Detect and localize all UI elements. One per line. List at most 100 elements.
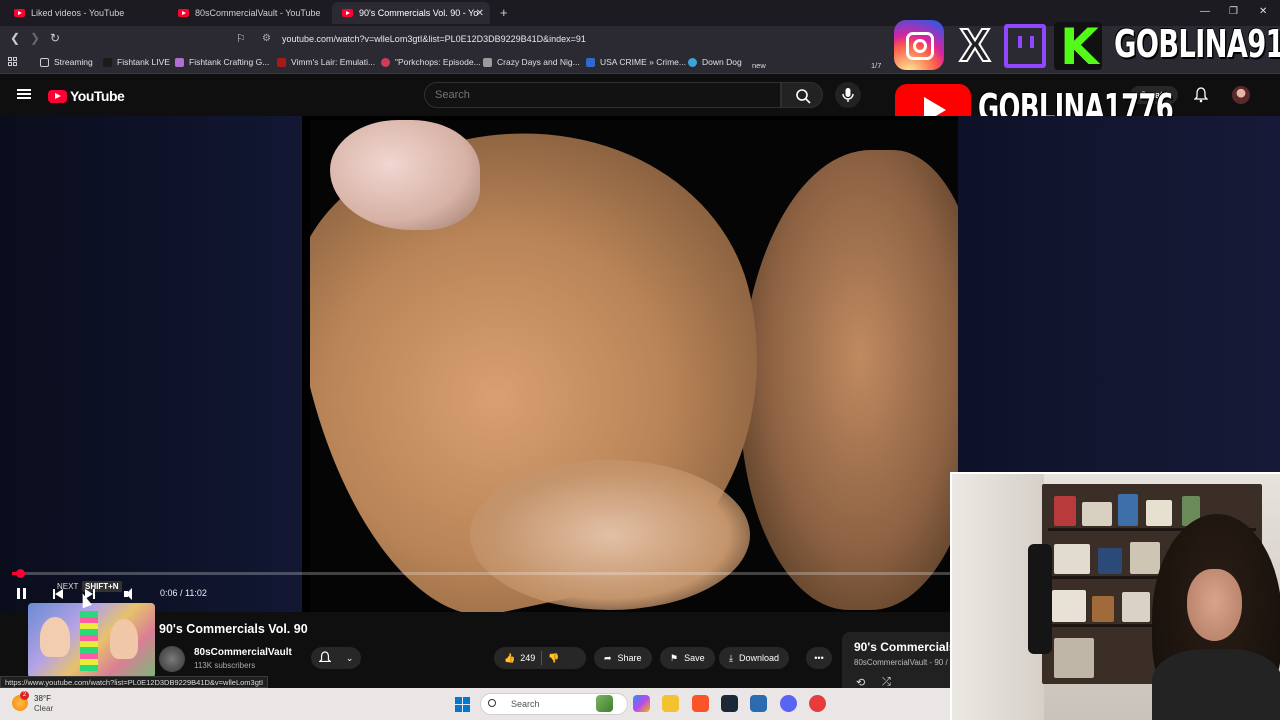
close-window-icon[interactable]: ✕ bbox=[1259, 6, 1267, 17]
youtube-favicon-icon bbox=[178, 9, 189, 17]
vimms-icon bbox=[277, 57, 286, 67]
channel-name[interactable]: 80sCommercialVault bbox=[194, 647, 292, 658]
bookmark-item[interactable]: Vimm's Lair: Emulati... bbox=[277, 57, 375, 67]
share-button[interactable]: ➦ Share bbox=[594, 647, 652, 669]
previous-icon[interactable] bbox=[51, 586, 67, 602]
tab-label: Liked videos - YouTube bbox=[31, 8, 125, 18]
steam-icon[interactable] bbox=[721, 695, 738, 712]
bookmark-item[interactable]: Fishtank LIVE bbox=[103, 57, 170, 67]
widget-icon[interactable] bbox=[596, 695, 613, 712]
bookmark-item[interactable]: USA CRIME » Crime... bbox=[586, 57, 686, 67]
back-icon[interactable]: ❮ bbox=[10, 31, 20, 45]
bookmark-item[interactable]: Streaming bbox=[40, 57, 93, 67]
recording-app-icon[interactable] bbox=[809, 695, 826, 712]
weather-condition: Clear bbox=[34, 704, 54, 713]
like-count: 249 bbox=[520, 653, 536, 663]
site-info-icon[interactable]: ⚙ bbox=[262, 33, 271, 44]
youtube-favicon-icon bbox=[14, 9, 25, 17]
forward-icon[interactable]: ❯ bbox=[30, 31, 40, 45]
youtube-favicon-icon bbox=[342, 9, 353, 17]
temperature-label: 38°F bbox=[34, 694, 51, 703]
youtube-logo[interactable]: YouTube bbox=[48, 88, 125, 104]
time-display: 0:06 / 11:02 bbox=[160, 588, 207, 598]
account-avatar[interactable] bbox=[1232, 86, 1250, 104]
dislike-button[interactable]: 👎 bbox=[548, 653, 559, 664]
file-explorer-icon[interactable] bbox=[662, 695, 679, 712]
down-dog-icon bbox=[688, 57, 697, 67]
notifications-button[interactable] bbox=[1193, 87, 1209, 103]
bookmark-item[interactable]: Down Dog bbox=[688, 57, 742, 67]
bookmark-icon[interactable]: ⚐ bbox=[236, 32, 246, 45]
porkchops-icon bbox=[381, 57, 390, 67]
channel-avatar[interactable] bbox=[159, 646, 185, 672]
more-icon: ••• bbox=[814, 653, 824, 663]
video-content bbox=[740, 150, 958, 610]
progress-bar[interactable] bbox=[12, 569, 950, 578]
like-dislike-group: 👍 249 👎 bbox=[494, 647, 586, 669]
copilot-icon[interactable] bbox=[633, 695, 650, 712]
tab-close-icon[interactable]: ✕ bbox=[476, 8, 484, 19]
address-bar[interactable]: youtube.com/watch?v=wlleLom3gtI&list=PL0… bbox=[282, 34, 586, 44]
windows-taskbar: 2 38°F Clear Search bbox=[0, 688, 950, 720]
video-player[interactable]: NEXT SHIFT+N bbox=[0, 116, 966, 678]
kick-icon bbox=[1054, 18, 1102, 76]
thumbnail-figure bbox=[110, 619, 138, 659]
reload-icon[interactable]: ↻ bbox=[50, 31, 60, 45]
search-button[interactable] bbox=[781, 82, 823, 108]
apps-grid-icon[interactable] bbox=[8, 57, 18, 67]
subscribed-button[interactable]: ⌄ bbox=[311, 647, 361, 669]
crafting-icon bbox=[175, 57, 184, 67]
usa-crime-icon bbox=[586, 57, 595, 67]
folder-icon bbox=[40, 57, 49, 67]
search-box[interactable] bbox=[424, 82, 781, 108]
new-tab-button[interactable]: + bbox=[500, 5, 508, 20]
brave-browser-icon[interactable] bbox=[692, 695, 709, 712]
volume-icon[interactable] bbox=[123, 586, 139, 602]
divider bbox=[541, 651, 543, 665]
search-input[interactable] bbox=[435, 89, 765, 101]
youtube-logo-icon bbox=[48, 89, 67, 103]
social-overlay: X GOBLINA911 bbox=[894, 18, 1280, 76]
chevron-down-icon: ⌄ bbox=[345, 652, 354, 663]
thumbnail-toy bbox=[80, 611, 98, 671]
thumbnail-figure bbox=[40, 617, 70, 657]
bookmark-item[interactable]: Fishtank Crafting G... bbox=[175, 57, 269, 67]
voice-search-button[interactable] bbox=[835, 82, 861, 108]
thumbs-up-icon: 👍 bbox=[504, 652, 516, 663]
screen: Liked videos - YouTube 80sCommercialVaul… bbox=[0, 0, 1280, 720]
fishtank-icon bbox=[103, 57, 112, 67]
subscriber-count: 113K subscribers bbox=[194, 661, 256, 670]
bell-icon bbox=[318, 651, 331, 663]
next-video-thumbnail[interactable] bbox=[28, 603, 155, 678]
playlist-title[interactable]: 90's Commercials Vol. 90 bbox=[854, 640, 950, 654]
instagram-icon bbox=[894, 20, 944, 70]
notepad-icon[interactable] bbox=[750, 695, 767, 712]
video-title: 90's Commercials Vol. 90 bbox=[159, 622, 308, 636]
tab-80s-commercial-vault[interactable]: 80sCommercialVault - YouTube bbox=[168, 2, 328, 24]
bookmark-icon: ⚑ bbox=[670, 652, 679, 663]
save-button[interactable]: ⚑ Save bbox=[660, 647, 715, 669]
twitch-icon bbox=[1004, 24, 1046, 68]
tab-90s-commercials[interactable]: 90's Commercials Vol. 90 - Yo ✕ bbox=[332, 2, 490, 24]
tab-liked-videos[interactable]: Liked videos - YouTube bbox=[4, 2, 164, 24]
windows-start-icon[interactable] bbox=[455, 697, 470, 712]
minimize-icon[interactable]: — bbox=[1200, 6, 1210, 17]
more-actions-button[interactable]: ••• bbox=[806, 647, 832, 669]
download-button[interactable]: ⤓ Download bbox=[719, 647, 790, 669]
share-icon: ➦ bbox=[604, 652, 612, 663]
pause-icon[interactable] bbox=[14, 586, 30, 602]
microphone-icon bbox=[842, 88, 854, 102]
thumbs-down-icon: 👎 bbox=[548, 652, 560, 663]
bell-icon bbox=[1193, 87, 1209, 103]
like-button[interactable]: 👍 249 bbox=[504, 653, 535, 664]
maximize-icon[interactable]: ❐ bbox=[1229, 6, 1238, 17]
bookmark-item[interactable]: Crazy Days and Nig... bbox=[483, 57, 580, 67]
bookmark-item[interactable]: "Porkchops: Episode... bbox=[381, 57, 481, 67]
menu-icon[interactable] bbox=[17, 89, 31, 99]
webcam-overlay bbox=[950, 472, 1280, 720]
search-icon bbox=[796, 89, 811, 104]
video-frame[interactable] bbox=[310, 120, 958, 612]
x-icon: X bbox=[959, 19, 992, 71]
download-icon: ⤓ bbox=[729, 652, 733, 663]
discord-icon[interactable] bbox=[780, 695, 797, 712]
